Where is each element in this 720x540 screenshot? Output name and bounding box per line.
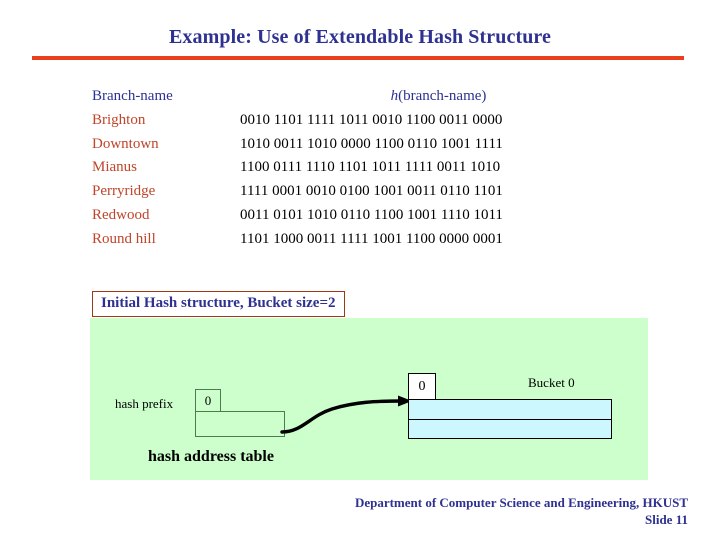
cell-hash-value: 1101 1000 0011 1111 1001 1100 0000 0001 (240, 230, 503, 247)
pointer-arrow-icon (280, 395, 412, 434)
bucket-local-depth: 0 (408, 373, 436, 400)
table-row: Brighton 0010 1101 1111 1011 0010 1100 00… (92, 109, 637, 133)
table-row: Round hill 1101 1000 0011 1111 1001 1100 … (92, 228, 637, 252)
cell-branch-name: Brighton (92, 111, 146, 128)
hash-prefix-label: hash prefix (115, 396, 174, 411)
title-divider (32, 56, 684, 60)
hash-function-arg: (branch-name) (398, 88, 487, 104)
cell-hash-value: 0011 0101 1010 0110 1100 1001 1110 1011 (240, 206, 503, 223)
bucket-slot (409, 419, 611, 438)
table-body: Brighton 0010 1101 1111 1011 0010 1100 00… (92, 109, 637, 252)
table: Branch-name h(branch-name) Brighton 0010 … (92, 85, 637, 252)
table-header-row: Branch-name h(branch-name) (92, 85, 637, 109)
footer-department: Department of Computer Science and Engin… (354, 495, 688, 510)
cell-hash-value: 1010 0011 1010 0000 1100 0110 1001 1111 (240, 135, 503, 152)
table-row: Perryridge 1111 0001 0010 0100 1001 0011 … (92, 180, 637, 204)
bucket-slots (408, 399, 612, 439)
cell-branch-name: Round hill (92, 230, 156, 247)
cell-hash-value: 1100 0111 1110 1101 1011 1111 0011 1010 (240, 159, 501, 176)
hash-function-symbol: h (390, 88, 399, 104)
table-row: Redwood 0011 0101 1010 0110 1100 1001 111… (92, 204, 637, 228)
hash-structure-diagram: hash prefix 0 hash address table 0 Bucke… (90, 318, 648, 480)
bucket-slot (409, 400, 611, 419)
hash-prefix-value-cell: 0 (195, 389, 221, 412)
footer: Department of Computer Science and Engin… (355, 494, 688, 528)
bucket-label: Bucket 0 (528, 375, 575, 390)
table-row: Mianus 1100 0111 1110 1101 1011 1111 0011… (92, 156, 637, 180)
hash-address-table-label: hash address table (148, 448, 274, 465)
caption-box: Initial Hash structure, Bucket size=2 (92, 291, 345, 317)
table-row: Downtown 1010 0011 1010 0000 1100 0110 10… (92, 133, 637, 157)
column-header-branch-name: Branch-name (92, 88, 173, 104)
cell-branch-name: Perryridge (92, 183, 156, 200)
page-title: Example: Use of Extendable Hash Structur… (168, 26, 552, 48)
cell-hash-value: 1111 0001 0010 0100 1001 0011 0110 1101 (240, 183, 503, 200)
slide-number: Slide 11 (645, 512, 688, 527)
cell-branch-name: Mianus (92, 159, 137, 176)
cell-branch-name: Downtown (92, 135, 159, 152)
cell-branch-name: Redwood (92, 206, 150, 223)
hash-value-table: Branch-name h(branch-name) Brighton 0010 … (92, 85, 637, 252)
cell-hash-value: 0010 1101 1111 1011 0010 1100 0011 0000 (240, 111, 503, 128)
hash-address-table-row (195, 411, 285, 437)
column-header-hash: h(branch-name) (240, 85, 637, 109)
